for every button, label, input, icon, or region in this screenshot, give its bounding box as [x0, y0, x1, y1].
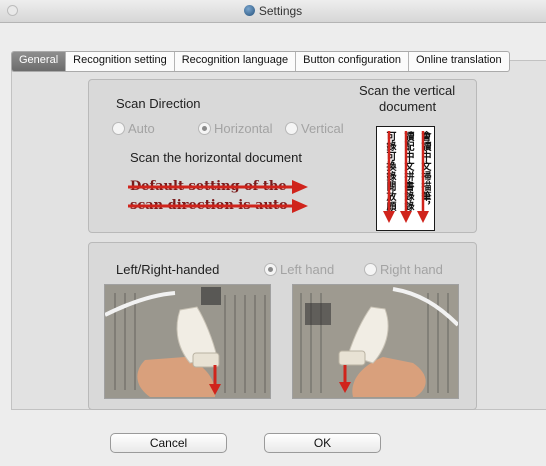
radio-vertical-indicator	[285, 122, 298, 135]
window-title: Settings	[0, 4, 546, 18]
right-hand-illustration-icon	[293, 285, 458, 398]
vertical-caption-line2: document	[379, 99, 437, 114]
handedness-heading: Left/Right-handed	[116, 262, 220, 277]
title-bar: Settings	[0, 0, 546, 23]
radio-right-hand-indicator	[364, 263, 377, 276]
horizontal-caption: Scan the horizontal document	[130, 150, 302, 165]
vertical-scan-arrows-icon	[383, 131, 429, 223]
scan-direction-heading: Scan Direction	[116, 96, 201, 111]
left-hand-illustration-icon	[105, 285, 270, 398]
radio-right-hand[interactable]: Right hand	[364, 262, 443, 277]
window-title-text: Settings	[258, 4, 303, 18]
horizontal-scan-arrows-icon	[128, 180, 308, 213]
tab-bar: General Recognition setting Recognition …	[11, 51, 510, 72]
tab-recognition-setting[interactable]: Recognition setting	[65, 52, 174, 71]
radio-left-hand-label: Left hand	[280, 262, 335, 277]
tab-recognition-language[interactable]: Recognition language	[173, 52, 295, 71]
radio-auto-label: Auto	[128, 121, 155, 136]
radio-right-hand-label: Right hand	[380, 262, 443, 277]
left-hand-photo	[104, 284, 271, 399]
tab-online-translation[interactable]: Online translation	[407, 52, 509, 71]
radio-left-hand[interactable]: Left hand	[264, 262, 334, 277]
right-hand-photo	[292, 284, 459, 399]
radio-horizontal[interactable]: Horizontal	[198, 121, 273, 136]
ok-button[interactable]: OK	[264, 433, 381, 453]
tab-general[interactable]: General	[12, 52, 66, 71]
tab-button-configuration[interactable]: Button configuration	[295, 52, 408, 71]
radio-auto[interactable]: Auto	[112, 121, 155, 136]
vertical-demo-document: 會讀中文掃描筆， 讀配中文拼書錄錄 可錄可換錄閱放頗	[376, 126, 435, 231]
cancel-button[interactable]: Cancel	[110, 433, 227, 453]
radio-horizontal-label: Horizontal	[214, 121, 273, 136]
radio-vertical[interactable]: Vertical	[285, 121, 344, 136]
vertical-caption-line1: Scan the vertical	[359, 83, 456, 98]
radio-auto-indicator	[112, 122, 125, 135]
radio-horizontal-indicator	[198, 122, 211, 135]
radio-left-hand-indicator	[264, 263, 277, 276]
app-icon	[243, 5, 255, 16]
radio-vertical-label: Vertical	[301, 121, 344, 136]
